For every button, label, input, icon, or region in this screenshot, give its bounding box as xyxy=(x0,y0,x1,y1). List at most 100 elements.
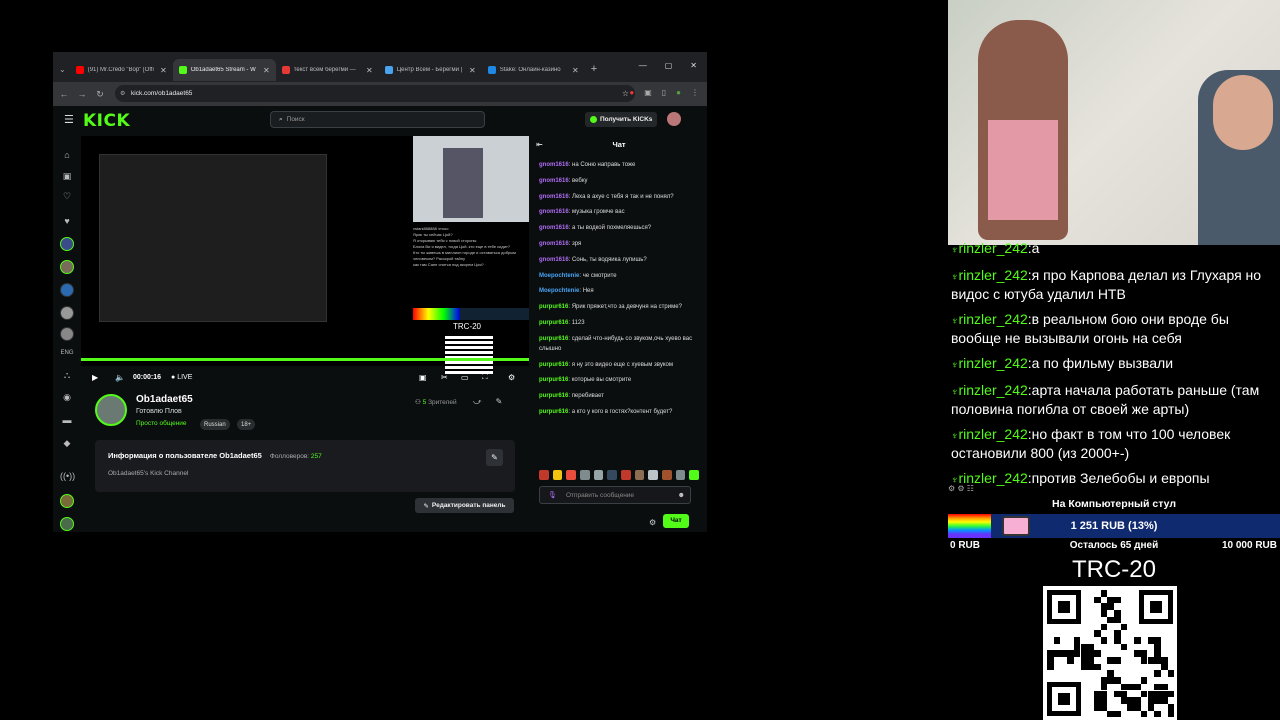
followed-channel-avatar[interactable] xyxy=(60,237,74,251)
followed-channel-avatar[interactable] xyxy=(60,283,74,297)
emote-icon[interactable] xyxy=(648,470,659,480)
clip-icon[interactable]: ✂ xyxy=(441,373,448,382)
emote-icon[interactable] xyxy=(593,470,604,480)
chat-username[interactable]: purpur616 xyxy=(539,362,568,368)
chat-username[interactable]: Moepochtenie xyxy=(539,288,579,294)
category-icon[interactable]: ◉ xyxy=(60,392,74,406)
url-field[interactable]: ⚙ kick.com/ob1adaet65 ☆ xyxy=(115,85,635,102)
followed-heart-icon[interactable]: ♥ xyxy=(60,216,74,230)
live-radio-icon[interactable]: ((•)) xyxy=(60,471,75,485)
theater-mode-icon[interactable]: ▣ xyxy=(419,373,427,382)
browser-tab[interactable]: Stake: Онлайн-казино ✕ xyxy=(482,59,585,81)
browser-tab[interactable]: Центр Всем - Берегми | ✕ xyxy=(379,59,482,81)
stream-category[interactable]: Просто общение xyxy=(136,420,187,427)
channel-avatar[interactable] xyxy=(95,394,127,426)
settings-gear-icon[interactable]: ⚙ xyxy=(508,373,515,382)
browser-tab[interactable]: Ob1adaet65 Stream - W ✕ xyxy=(172,59,276,81)
share-icon[interactable]: ⤻ xyxy=(473,397,482,407)
recommended-channel-avatar[interactable] xyxy=(60,517,74,531)
chat-username[interactable]: purpur616 xyxy=(539,336,568,342)
hamburger-menu-icon[interactable]: ☰ xyxy=(64,113,74,126)
pip-icon[interactable]: ▭ xyxy=(461,373,469,382)
search-input[interactable]: ⌕ Поиск xyxy=(270,111,485,128)
extension-icon[interactable]: ● xyxy=(629,88,634,97)
bookmark-star-icon[interactable]: ☆ xyxy=(622,89,629,98)
tab-close-icon[interactable]: ✕ xyxy=(160,66,167,75)
edit-pencil-icon[interactable]: ✎ xyxy=(486,449,503,466)
browser-tab[interactable]: текст всем берегми — ✕ xyxy=(276,59,379,81)
chat-username[interactable]: gnom1616 xyxy=(539,209,569,215)
collapse-chat-icon[interactable]: ⇤ xyxy=(536,136,543,154)
chat-username[interactable]: gnom1616 xyxy=(539,178,569,184)
edit-panel-button[interactable]: ✎ Редактировать панель xyxy=(415,498,514,513)
channel-name[interactable]: Ob1adaet65 xyxy=(136,394,193,405)
sidebar-icon[interactable]: ▯ xyxy=(662,88,666,97)
followed-channel-avatar[interactable] xyxy=(60,306,74,320)
recommended-channel-avatar[interactable] xyxy=(60,494,74,508)
fullscreen-icon[interactable]: ⛶ xyxy=(482,372,488,382)
chat-username[interactable]: purpur616 xyxy=(539,409,568,415)
video-player[interactable]: vstanі888888 чтооо Ярик ты сейчас Цой? Я о… xyxy=(81,136,529,374)
extensions-puzzle-icon[interactable]: ▣ xyxy=(644,88,652,97)
tab-close-icon[interactable]: ✕ xyxy=(366,66,373,75)
home-icon[interactable]: ⌂ xyxy=(60,150,74,164)
followed-channel-avatar[interactable] xyxy=(60,327,74,341)
emote-icon[interactable] xyxy=(675,470,686,480)
menu-dots-icon[interactable]: ⋮ xyxy=(691,88,699,97)
play-icon[interactable]: ▶ xyxy=(92,373,98,382)
chat-settings-icon[interactable]: ⚙ xyxy=(649,518,656,527)
emote-icon[interactable] xyxy=(552,470,563,480)
category-icon[interactable]: ⛬ xyxy=(60,370,74,384)
tab-close-icon[interactable]: ✕ xyxy=(263,66,270,75)
emote-icon[interactable] xyxy=(662,470,672,480)
emote-icon[interactable] xyxy=(539,470,549,480)
tab-search-icon[interactable]: ⌄ xyxy=(59,65,66,74)
chat-username[interactable]: gnom1616 xyxy=(539,225,569,231)
more-options-icon[interactable]: ✎ xyxy=(496,397,503,407)
chat-username[interactable]: gnom1616 xyxy=(539,194,569,200)
browse-icon[interactable]: ▣ xyxy=(60,171,74,185)
back-icon[interactable]: ← xyxy=(55,89,73,99)
profile-avatar-icon[interactable]: ● xyxy=(676,88,681,97)
user-avatar[interactable] xyxy=(667,112,681,126)
site-info-icon[interactable]: ⚙ xyxy=(120,90,125,97)
emote-icon[interactable] xyxy=(689,470,700,480)
chat-send-button[interactable]: Чат xyxy=(663,514,689,528)
maximize-button[interactable]: ▢ xyxy=(665,61,673,70)
category-icon[interactable]: ▬ xyxy=(60,415,74,429)
emote-icon[interactable] xyxy=(607,470,618,480)
chat-username[interactable]: Moepochtenie xyxy=(539,273,579,279)
emote-icon[interactable] xyxy=(634,470,645,480)
get-kicks-button[interactable]: Получить KICKs xyxy=(585,112,658,127)
tag-age[interactable]: 18+ xyxy=(237,419,256,430)
playback-progress[interactable] xyxy=(81,358,529,361)
new-tab-button[interactable]: + xyxy=(591,63,597,75)
chat-username[interactable]: purpur616 xyxy=(539,304,568,310)
followed-channel-avatar[interactable] xyxy=(60,260,74,274)
chat-username[interactable]: purpur616 xyxy=(539,320,568,326)
volume-icon[interactable]: 🔈 xyxy=(115,373,125,382)
tag-language[interactable]: Russian xyxy=(200,419,230,430)
emote-icon[interactable] xyxy=(566,470,577,480)
emote-icon[interactable] xyxy=(580,470,590,480)
chat-username[interactable]: purpur616 xyxy=(539,393,568,399)
following-heart-icon[interactable]: ♡ xyxy=(60,191,74,205)
chat-username[interactable]: gnom1616 xyxy=(539,257,569,263)
minimize-button[interactable]: — xyxy=(639,61,647,70)
microphone-icon[interactable]: 🎙 xyxy=(548,491,557,499)
browser-tab[interactable]: (91) Mr.Credo "Вор" [Offi ✕ xyxy=(70,59,173,81)
chat-username[interactable]: purpur616 xyxy=(539,377,568,383)
kick-logo[interactable]: KICK xyxy=(83,111,130,131)
reload-icon[interactable]: ↻ xyxy=(91,89,109,100)
chat-username[interactable]: gnom1616 xyxy=(539,162,569,168)
chat-input[interactable]: 🎙 Отправить сообщение ☻ xyxy=(539,486,691,504)
category-icon[interactable]: ◆ xyxy=(60,438,74,452)
chat-username[interactable]: gnom1616 xyxy=(539,241,569,247)
forward-icon[interactable]: → xyxy=(73,89,91,99)
tab-close-icon[interactable]: ✕ xyxy=(572,66,579,75)
category-icon[interactable]: ENG xyxy=(60,350,74,364)
close-button[interactable]: ✕ xyxy=(690,61,697,70)
emote-icon[interactable] xyxy=(621,470,631,480)
emoji-icon[interactable]: ☻ xyxy=(678,492,685,499)
tab-close-icon[interactable]: ✕ xyxy=(469,66,476,75)
